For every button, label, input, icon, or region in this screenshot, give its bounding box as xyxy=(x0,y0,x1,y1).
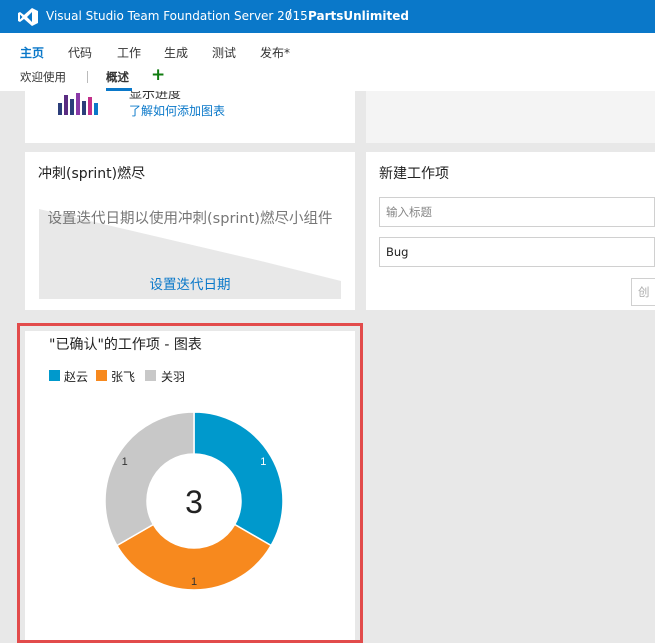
tab-divider xyxy=(87,71,88,83)
project-name[interactable]: PartsUnlimited xyxy=(308,9,409,23)
new-work-item-tile: 新建工作项 输入标题 Bug 创 xyxy=(366,152,655,310)
nav-item-test[interactable]: 测试 xyxy=(212,44,236,61)
nav-item-build[interactable]: 生成 xyxy=(164,44,188,61)
work-item-type-value: Bug xyxy=(386,245,409,259)
selection-highlight xyxy=(17,323,363,643)
breadcrumb-separator: / xyxy=(287,8,292,23)
hub-navigation: 主页 代码 工作 生成 测试 发布* 欢迎使用 概述 + xyxy=(0,33,655,91)
sprint-burndown-message: 设置迭代日期以使用冲刺(sprint)燃尽小组件 xyxy=(47,211,333,227)
top-bar: Visual Studio Team Foundation Server 201… xyxy=(0,0,655,33)
nav-item-release[interactable]: 发布* xyxy=(260,44,290,61)
new-work-item-title: 新建工作项 xyxy=(379,166,449,182)
sprint-burndown-title: 冲刺(sprint)燃尽 xyxy=(38,166,146,182)
nav-item-work[interactable]: 工作 xyxy=(117,44,141,61)
hint-heading: 显示进度 xyxy=(129,91,182,99)
bar-chart-icon xyxy=(58,93,98,115)
add-dashboard-button[interactable]: + xyxy=(151,65,165,85)
tab-welcome[interactable]: 欢迎使用 xyxy=(20,69,66,85)
work-item-type-select[interactable]: Bug xyxy=(379,237,655,267)
create-button-label: 创 xyxy=(638,285,650,299)
nav-item-home[interactable]: 主页 xyxy=(20,44,44,61)
tab-overview[interactable]: 概述 xyxy=(106,69,129,85)
product-name[interactable]: Visual Studio Team Foundation Server 201… xyxy=(46,9,308,23)
nav-item-code[interactable]: 代码 xyxy=(68,44,92,61)
chart-hint-tile: 显示进度 了解如何添加图表 xyxy=(25,91,355,143)
work-item-title-input[interactable]: 输入标题 xyxy=(379,197,655,227)
work-item-title-placeholder: 输入标题 xyxy=(386,205,432,219)
create-work-item-button[interactable]: 创 xyxy=(631,278,655,306)
empty-tile xyxy=(366,91,655,143)
set-iteration-dates-link[interactable]: 设置迭代日期 xyxy=(39,273,341,293)
learn-add-chart-link[interactable]: 了解如何添加图表 xyxy=(129,102,225,119)
visual-studio-logo-icon xyxy=(18,8,38,26)
sprint-burndown-tile: 冲刺(sprint)燃尽 设置迭代日期以使用冲刺(sprint)燃尽小组件 设置… xyxy=(25,152,355,310)
